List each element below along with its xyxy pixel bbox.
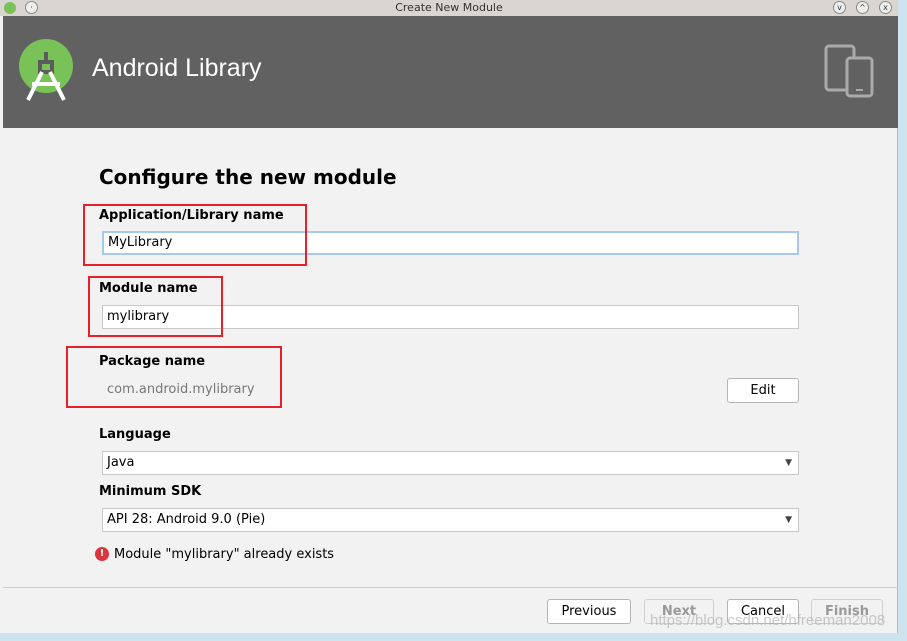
edit-package-button[interactable]: Edit <box>727 378 799 403</box>
footer-divider <box>3 587 898 588</box>
highlight-box <box>66 346 282 408</box>
language-label: Language <box>99 427 171 442</box>
minimize-button[interactable]: v <box>833 1 846 14</box>
header-banner: Android Library <box>3 16 898 128</box>
maximize-button[interactable]: ^ <box>856 1 869 14</box>
language-value: Java <box>107 455 135 470</box>
min-sdk-value: API 28: Android 9.0 (Pie) <box>107 512 266 527</box>
close-button[interactable]: x <box>879 1 892 14</box>
devices-icon <box>824 44 874 98</box>
previous-button[interactable]: Previous <box>547 599 631 624</box>
highlight-box <box>88 276 223 337</box>
language-select[interactable]: Java ▼ <box>102 451 799 475</box>
error-icon: ! <box>95 547 109 561</box>
chevron-down-icon: ▼ <box>785 515 792 525</box>
menu-button[interactable]: · <box>25 1 38 14</box>
highlight-box <box>83 204 307 266</box>
min-sdk-select[interactable]: API 28: Android 9.0 (Pie) ▼ <box>102 508 799 532</box>
app-icon <box>4 2 16 14</box>
header-title: Android Library <box>92 54 262 82</box>
page-heading: Configure the new module <box>99 165 397 189</box>
android-studio-logo-icon <box>19 39 73 101</box>
dialog-window: · Create New Module v ^ x Android Librar… <box>0 0 898 633</box>
chevron-down-icon: ▼ <box>785 458 792 468</box>
window-title: Create New Module <box>395 1 503 14</box>
error-message: Module "mylibrary" already exists <box>114 547 335 562</box>
title-bar: · Create New Module v ^ x <box>0 0 898 16</box>
watermark: https://blog.csdn.net/hfreeman2008 <box>650 612 886 629</box>
min-sdk-label: Minimum SDK <box>99 484 202 499</box>
